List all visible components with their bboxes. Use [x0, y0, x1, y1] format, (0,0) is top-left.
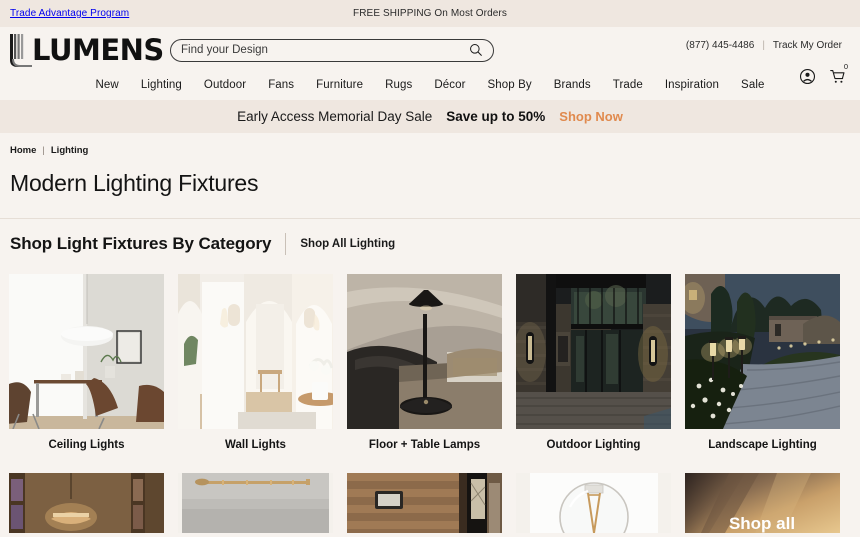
category-label: Wall Lights — [225, 439, 286, 451]
search-icon[interactable] — [469, 43, 483, 57]
modern-house-exterior-night-sconces-image[interactable] — [516, 274, 671, 429]
svg-text:Shop all: Shop all — [729, 514, 795, 533]
nav-item-shop-by[interactable]: Shop By — [488, 79, 532, 91]
nav-item-sale[interactable]: Sale — [741, 79, 764, 91]
category-card-row2-3[interactable] — [347, 473, 502, 533]
category-label: Ceiling Lights — [48, 439, 125, 451]
gold-bronze-gradient-shop-all-image[interactable]: Shop all — [685, 473, 840, 533]
category-card-floor-table-lamps[interactable]: Floor + Table Lamps — [347, 274, 502, 451]
clear-glass-edison-bulb-image[interactable] — [516, 473, 671, 533]
category-label: Floor + Table Lamps — [368, 439, 481, 451]
section-title: Shop Light Fixtures By Category — [10, 234, 272, 253]
header-separator: | — [762, 40, 765, 51]
shop-all-lighting-link[interactable]: Shop All Lighting — [300, 238, 395, 250]
nav-item-rugs[interactable]: Rugs — [385, 79, 412, 91]
free-shipping-message: FREE SHIPPING On Most Orders — [353, 8, 507, 19]
header-icons: 0 — [799, 62, 848, 85]
category-card-row2-2[interactable] — [178, 473, 333, 533]
search-bar[interactable] — [170, 38, 494, 62]
nav-item-inspiration[interactable]: Inspiration — [665, 79, 719, 91]
category-card-row2-5-shop-all[interactable]: Shop all — [685, 473, 840, 533]
breadcrumb-current: Lighting — [50, 145, 89, 156]
nav-item-new[interactable]: New — [96, 79, 119, 91]
nav-item-fans[interactable]: Fans — [268, 79, 294, 91]
section-divider — [285, 233, 287, 255]
warm-wood-room-pendant-image[interactable] — [9, 473, 164, 533]
wood-wall-recessed-step-light-image[interactable] — [347, 473, 502, 533]
category-label: Landscape Lighting — [708, 439, 817, 451]
track-my-order-link[interactable]: Track My Order — [773, 40, 842, 51]
nav-item-decor[interactable]: Décor — [434, 79, 465, 91]
nav-item-brands[interactable]: Brands — [554, 79, 591, 91]
section-header: Shop Light Fixtures By Category Shop All… — [0, 219, 860, 255]
category-card-row2-4[interactable] — [516, 473, 671, 533]
logo[interactable]: LUMENS — [10, 33, 164, 67]
shopping-cart-icon[interactable]: 0 — [829, 62, 848, 85]
site-header: LUMENS (877) 445-4486 | Track My Order — [0, 27, 860, 73]
lumens-bars-logo-icon — [10, 33, 32, 67]
utility-bar: Trade Advantage Program FREE SHIPPING On… — [0, 0, 860, 27]
category-card-outdoor-lighting[interactable]: Outdoor Lighting — [516, 274, 671, 451]
cart-count-badge: 0 — [843, 62, 848, 71]
nav-item-outdoor[interactable]: Outdoor — [204, 79, 246, 91]
header-utility-links: (877) 445-4486 | Track My Order — [686, 40, 842, 51]
category-card-landscape-lighting[interactable]: Landscape Lighting — [685, 274, 840, 451]
page-title: Modern Lighting Fixtures — [10, 170, 259, 196]
category-card-ceiling-lights[interactable]: Ceiling Lights — [9, 274, 164, 451]
category-grid-row-1: Ceiling Lights Wall Lights Floor + Table… — [0, 255, 860, 451]
logo-text: LUMENS — [32, 32, 164, 67]
category-card-wall-lights[interactable]: Wall Lights — [178, 274, 333, 451]
nav-item-lighting[interactable]: Lighting — [141, 79, 182, 91]
category-label: Outdoor Lighting — [546, 439, 641, 451]
promo-offer: Save up to 50% — [446, 109, 546, 124]
breadcrumb-home[interactable]: Home — [10, 145, 36, 156]
nav-item-trade[interactable]: Trade — [613, 79, 643, 91]
white-arched-hallway-sconces-image[interactable] — [178, 274, 333, 429]
black-cordless-table-lamp-image[interactable] — [347, 274, 502, 429]
promo-shop-now-link[interactable]: Shop Now — [559, 109, 623, 124]
nav-item-furniture[interactable]: Furniture — [316, 79, 363, 91]
breadcrumb: Home | Lighting — [0, 133, 860, 156]
category-card-row2-1[interactable] — [9, 473, 164, 533]
search-input[interactable] — [181, 44, 469, 56]
main-navigation: New Lighting Outdoor Fans Furniture Rugs… — [0, 73, 860, 100]
dining-room-saucer-pendant-image[interactable] — [9, 274, 164, 429]
promo-headline: Early Access Memorial Day Sale — [237, 109, 433, 124]
phone-link[interactable]: (877) 445-4486 — [686, 40, 754, 51]
garden-path-bollard-lights-dusk-image[interactable] — [685, 274, 840, 429]
linear-brass-suspension-light-image[interactable] — [178, 473, 333, 533]
account-circle-icon[interactable] — [799, 68, 816, 85]
category-grid-row-2: Shop all — [0, 451, 860, 533]
breadcrumb-separator: | — [42, 145, 45, 156]
promo-banner: Early Access Memorial Day Sale Save up t… — [0, 100, 860, 133]
